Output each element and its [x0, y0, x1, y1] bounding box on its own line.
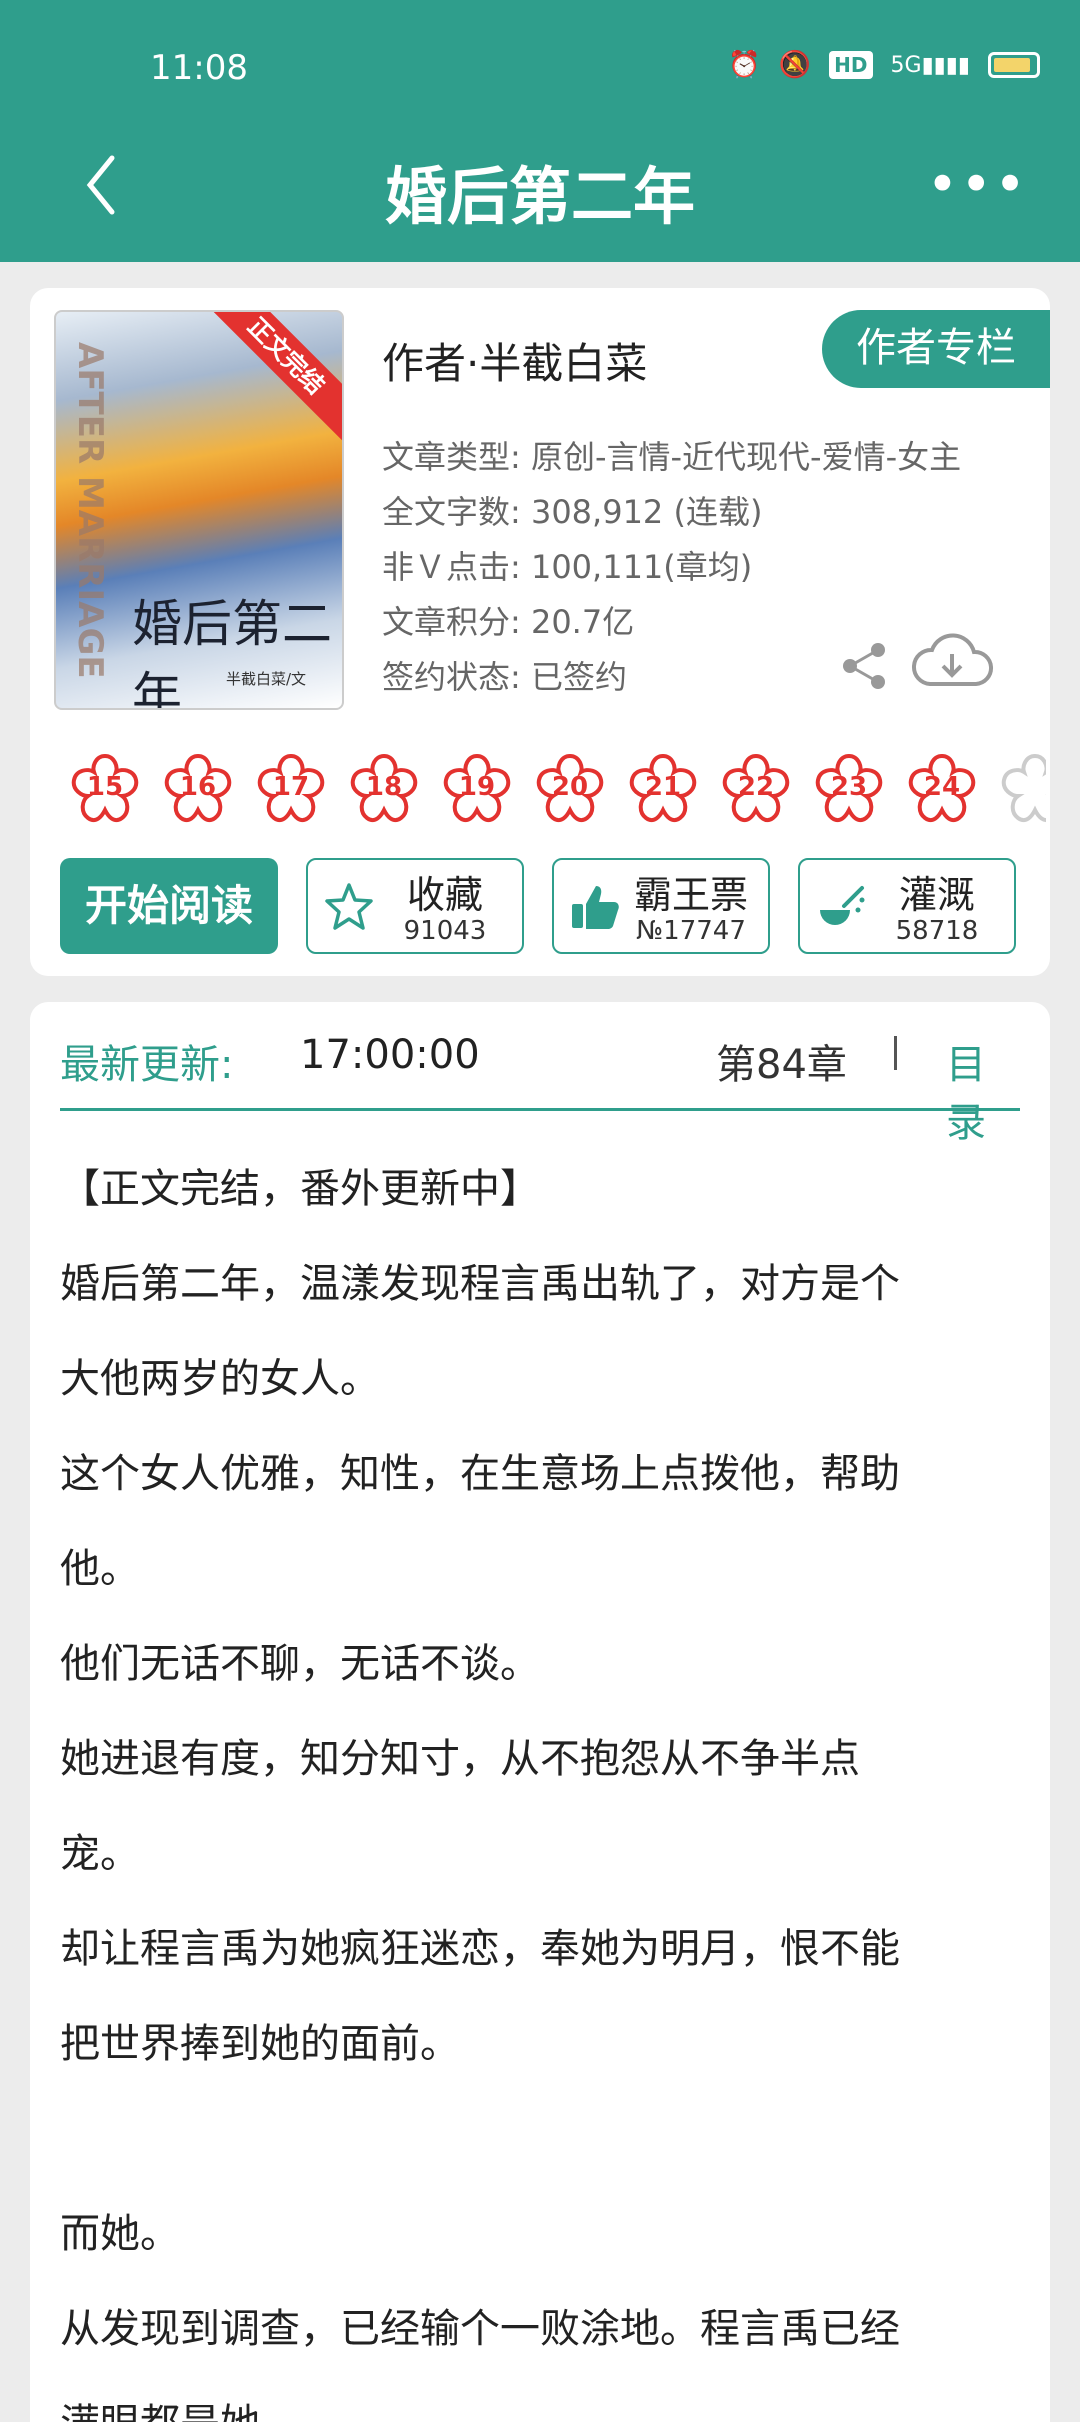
- badge-number: 20: [551, 772, 589, 802]
- author-name[interactable]: 作者·半截白菜: [382, 330, 647, 391]
- badge-number: 23: [830, 772, 868, 802]
- synopsis-line: 她进退有度，知分知寸，从不抱怨从不争半点: [60, 1736, 860, 1782]
- table-of-contents-button[interactable]: 目录: [946, 1032, 1020, 1148]
- favorite-count: 91043: [403, 916, 487, 946]
- synopsis-line: 宠。: [60, 1831, 140, 1877]
- share-icon[interactable]: [838, 640, 890, 692]
- latest-chapter[interactable]: 第84章: [716, 1032, 847, 1090]
- flower-badge[interactable]: 23: [810, 750, 888, 828]
- water-button[interactable]: 灌溉 58718: [798, 858, 1016, 954]
- vote-label: 霸王票: [633, 873, 748, 917]
- status-time: 11:08: [150, 48, 248, 88]
- network-label: 5G: [890, 52, 922, 78]
- synopsis-text: 【正文完结，番外更新中】 婚后第二年，温漾发现程言禹出轨了，对方是个 大他两岁的…: [60, 1142, 1036, 2422]
- cover-author: 半截白菜/文: [226, 670, 307, 688]
- flower-badge[interactable]: 18: [345, 750, 423, 828]
- vote-button[interactable]: 霸王票 №17747: [552, 858, 770, 954]
- mute-bell-icon: 🔕: [778, 50, 812, 80]
- water-count: 58718: [895, 916, 979, 946]
- badge-number: 19: [458, 772, 496, 802]
- flower-badge[interactable]: 21: [624, 750, 702, 828]
- cover-side-text: AFTER MARRIAGE: [70, 342, 110, 679]
- thumbs-up-icon: [572, 886, 619, 929]
- synopsis-line: 大他两岁的女人。: [60, 1356, 380, 1402]
- separator: [894, 1036, 897, 1070]
- app-header: 11:08 ⏰ 🔕 HD 5G▮▮▮▮ 婚后第二年 •••: [0, 0, 1080, 262]
- flower-badge[interactable]: 20: [531, 750, 609, 828]
- hd-icon: HD: [829, 51, 873, 79]
- star-icon: [325, 883, 373, 930]
- battery-icon: [988, 52, 1040, 78]
- synopsis-line: 把世界捧到她的面前。: [60, 2021, 460, 2067]
- favorite-label: 收藏: [406, 873, 483, 917]
- book-info-card: AFTER MARRIAGE 正文完结 婚后第二年 半截白菜/文 作者·半截白菜…: [30, 288, 1050, 976]
- synopsis-line: 婚后第二年，温漾发现程言禹出轨了，对方是个: [60, 1261, 900, 1307]
- watering-can-icon: [820, 886, 865, 925]
- synopsis-line: 却让程言禹为她疯狂迷恋，奉她为明月，恨不能: [60, 1926, 900, 1972]
- flower-badge-partial: [996, 750, 1046, 828]
- latest-update-time: 17:00:00: [300, 1032, 480, 1078]
- synopsis-line: 他们无话不聊，无话不谈。: [60, 1641, 540, 1687]
- more-options-button[interactable]: •••: [926, 158, 1028, 212]
- start-reading-button[interactable]: 开始阅读: [60, 858, 278, 954]
- synopsis-line: 他。: [60, 1546, 140, 1592]
- synopsis-line: [60, 2092, 1036, 2187]
- favorite-button[interactable]: 收藏 91043: [306, 858, 524, 954]
- badge-number: 18: [365, 772, 403, 802]
- completed-ribbon: 正文完结: [201, 312, 342, 441]
- alarm-icon: ⏰: [728, 50, 761, 80]
- download-cloud-icon[interactable]: [910, 628, 994, 692]
- flower-badge[interactable]: 19: [438, 750, 516, 828]
- flower-badge[interactable]: 22: [717, 750, 795, 828]
- flower-badge[interactable]: 15: [66, 750, 144, 828]
- chapter-badges: 15 16 17 18 19 20 21 22 23 24: [66, 750, 1046, 836]
- network-signal-icon: 5G▮▮▮▮: [890, 52, 970, 78]
- badge-number: 16: [179, 772, 217, 802]
- meta-clicks: 非Ｖ点击: 100,111(章均): [382, 548, 753, 586]
- synopsis-card: 最新更新: 17:00:00 第84章 目录 【正文完结，番外更新中】 婚后第二…: [30, 1002, 1050, 2422]
- divider: [60, 1108, 1020, 1111]
- flower-badge[interactable]: 16: [159, 750, 237, 828]
- flower-badge[interactable]: 17: [252, 750, 330, 828]
- vote-count: №17747: [636, 916, 746, 946]
- meta-genre: 文章类型: 原创-言情-近代现代-爱情-女主: [382, 438, 962, 476]
- badge-number: 24: [923, 772, 961, 802]
- synopsis-line: 而她。: [60, 2211, 180, 2257]
- book-cover[interactable]: AFTER MARRIAGE 正文完结 婚后第二年 半截白菜/文: [54, 310, 344, 710]
- status-icons: ⏰ 🔕 HD 5G▮▮▮▮: [728, 50, 1040, 80]
- synopsis-line: 从发现到调查，已经输个一败涂地。程言禹已经: [60, 2306, 900, 2352]
- synopsis-line: 这个女人优雅，知性，在生意场上点拨他，帮助: [60, 1451, 900, 1497]
- cover-title: 婚后第二年: [132, 595, 332, 710]
- author-column-button[interactable]: 作者专栏: [822, 310, 1050, 388]
- badge-number: 17: [272, 772, 310, 802]
- synopsis-line: 【正文完结，番外更新中】: [60, 1166, 540, 1212]
- water-label: 灌溉: [898, 873, 975, 917]
- latest-update-row[interactable]: 最新更新: 17:00:00 第84章 目录: [60, 1032, 1020, 1146]
- badge-number: 22: [737, 772, 775, 802]
- badge-number: 15: [86, 772, 124, 802]
- meta-word-count: 全文字数: 308,912 (连载): [382, 493, 763, 531]
- latest-update-label: 最新更新:: [60, 1042, 234, 1088]
- action-row: 开始阅读 收藏 91043 霸王票 №17747 灌溉 58718: [60, 858, 1020, 954]
- page-title: 婚后第二年: [384, 160, 695, 233]
- flower-badge[interactable]: 24: [903, 750, 981, 828]
- badge-number: 21: [644, 772, 682, 802]
